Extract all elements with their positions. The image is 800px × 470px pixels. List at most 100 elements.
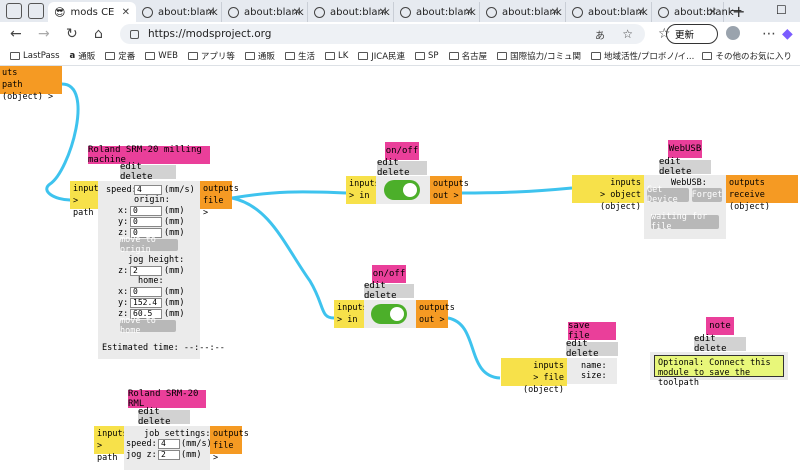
input-port-path[interactable]: > path — [73, 195, 95, 219]
bookmark-item[interactable]: 国際協力/コミュ関 — [497, 50, 581, 62]
minimize-icon[interactable]: — — [730, 3, 742, 17]
note-edit-delete[interactable]: edit delete — [694, 334, 746, 354]
bookmark-lastpass[interactable]: LastPass — [10, 51, 60, 61]
reload-icon[interactable]: ↻ — [66, 26, 84, 42]
lock-icon[interactable] — [130, 29, 139, 39]
bookmark-item[interactable]: LK — [324, 51, 348, 61]
tab-about-blank[interactable]: about:blank ✕ — [566, 2, 652, 22]
url-field[interactable]: https://modsproject.org あ ☆ — [120, 24, 645, 44]
output-port-file[interactable]: file > — [213, 440, 239, 464]
note-title[interactable]: note — [706, 317, 734, 335]
bookmark-item[interactable]: 定番 — [105, 50, 135, 62]
webusb-edit-delete[interactable]: edit delete — [659, 157, 711, 177]
tab-mods-ce[interactable]: 😎 mods CE ✕ — [48, 2, 136, 22]
bookmark-item[interactable]: JICA民連 — [358, 50, 405, 62]
input-port-object[interactable]: > object (object) — [575, 189, 641, 213]
tab-actions-icon[interactable] — [28, 3, 44, 19]
webusb-inputs[interactable]: inputs > object (object) — [572, 175, 644, 212]
copilot-icon[interactable]: ◆ — [782, 26, 800, 42]
milling-inputs[interactable]: inputs > path — [70, 181, 104, 218]
origin-y-field[interactable]: 0 — [130, 217, 162, 227]
more-icon[interactable]: ⋯ — [762, 26, 780, 42]
onoff1-outputs[interactable]: outputs out > — [430, 176, 469, 204]
jog-z-field[interactable]: 2 — [130, 266, 162, 276]
move-to-home-button[interactable]: move to home — [120, 316, 176, 336]
speed-field[interactable]: 4 — [134, 185, 162, 195]
close-icon[interactable]: ✕ — [122, 7, 130, 18]
read-aloud-icon[interactable]: あ — [595, 27, 605, 42]
waiting-for-file-button[interactable]: waiting for file — [651, 212, 719, 232]
webusb-outputs[interactable]: outputs receive (object) — [726, 175, 798, 212]
forget-button[interactable]: Forget — [692, 188, 722, 202]
rml-inputs[interactable]: inputs > path — [94, 426, 128, 463]
tab-about-blank[interactable]: about:blank ✕ — [480, 2, 566, 22]
milling-outputs[interactable]: outputs file > — [200, 181, 239, 218]
home-x-field[interactable]: 0 — [130, 287, 162, 297]
input-port-in[interactable]: > in — [337, 314, 361, 326]
onoff1-edit-delete[interactable]: edit delete — [377, 158, 427, 178]
move-to-origin-button[interactable]: move to origin — [120, 235, 178, 255]
onoff2-outputs[interactable]: outputs out > — [416, 300, 455, 328]
other-bookmarks[interactable]: その他のお気に入り — [702, 50, 792, 62]
bookmark-item[interactable]: 名古屋 — [448, 50, 487, 62]
home-icon[interactable]: ⌂ — [94, 26, 112, 42]
input-port-in[interactable]: > in — [349, 190, 373, 202]
workspaces-icon[interactable] — [6, 3, 22, 19]
maximize-icon[interactable]: ☐ — [776, 3, 787, 17]
close-icon[interactable]: ✕ — [379, 7, 387, 18]
rml-unit-mm: (mm) — [181, 450, 202, 460]
note-text-field[interactable]: Optional: Connect this module to save th… — [654, 355, 784, 388]
top-module-outputs[interactable]: uts path (object) > — [0, 66, 62, 102]
rml-speed-field[interactable]: 4 — [158, 439, 180, 449]
tab-about-blank[interactable]: about:blank ✕ — [136, 2, 222, 22]
onoff2-edit-delete[interactable]: edit delete — [364, 281, 414, 301]
bookmark-item[interactable]: 地域活性/プロボノ/イ... — [590, 50, 694, 62]
savefile-title[interactable]: save file — [568, 321, 616, 341]
bookmark-item[interactable]: a 通販 — [70, 50, 96, 62]
origin-x-field[interactable]: 0 — [130, 206, 162, 216]
savefile-inputs[interactable]: inputs > file (object) — [501, 358, 567, 395]
close-icon[interactable]: ✕ — [293, 7, 301, 18]
back-icon[interactable]: ← — [10, 26, 28, 42]
output-port-out[interactable]: out > — [419, 314, 445, 326]
rml-edit-delete[interactable]: edit delete — [138, 407, 190, 427]
close-icon[interactable]: ✕ — [465, 7, 473, 18]
input-port-path[interactable]: > path — [97, 440, 121, 464]
forward-icon[interactable]: → — [38, 26, 56, 42]
onoff1-inputs[interactable]: inputs > in — [346, 176, 380, 204]
onoff2-inputs[interactable]: inputs > in — [334, 300, 368, 328]
bookmark-item[interactable]: SP — [415, 51, 439, 61]
close-icon[interactable]: ✕ — [637, 7, 645, 18]
rml-jogz-field[interactable]: 2 — [158, 450, 180, 460]
close-icon[interactable]: ✕ — [207, 7, 215, 18]
bookmark-item[interactable]: 通販 — [244, 50, 275, 62]
tab-about-blank[interactable]: about:blank ✕ — [652, 2, 734, 22]
output-port-receive[interactable]: receive (object) — [729, 189, 795, 213]
savefile-edit-delete[interactable]: edit delete — [566, 339, 618, 359]
home-y-field[interactable]: 152.4 — [130, 298, 162, 308]
tab-about-blank[interactable]: about:blank ✕ — [394, 2, 480, 22]
bookmark-item[interactable]: アプリ等 — [187, 50, 235, 62]
refresh-button[interactable]: 更新 — [666, 24, 718, 44]
rml-outputs[interactable]: outputs file > — [210, 426, 249, 463]
mods-canvas[interactable]: uts path (object) > Roland SRM-20 millin… — [0, 66, 800, 470]
get-device-button[interactable]: Get Device — [647, 185, 689, 205]
toggle-switch[interactable] — [371, 304, 407, 324]
favorite-star-icon[interactable]: ☆ — [622, 27, 633, 41]
output-port-path[interactable]: path (object) > — [2, 79, 60, 103]
output-port-out[interactable]: out > — [433, 190, 459, 202]
bookmark-item[interactable]: 生活 — [284, 50, 315, 62]
rml-title[interactable]: Roland SRM-20 RML — [128, 389, 206, 409]
webusb-title[interactable]: WebUSB — [668, 140, 702, 158]
milling-edit-delete[interactable]: edit delete — [120, 162, 176, 182]
close-icon[interactable]: ✕ — [551, 7, 559, 18]
folder-icon — [590, 51, 601, 60]
bookmark-item[interactable]: WEB — [145, 51, 178, 61]
tab-about-blank[interactable]: about:blank ✕ — [308, 2, 394, 22]
avatar[interactable] — [726, 26, 740, 40]
tab-about-blank[interactable]: about:blank ✕ — [222, 2, 308, 22]
output-port-file[interactable]: file > — [203, 195, 229, 219]
toggle-switch[interactable] — [384, 180, 420, 200]
close-icon[interactable]: ✕ — [709, 7, 717, 18]
input-port-file[interactable]: > file (object) — [504, 372, 564, 396]
